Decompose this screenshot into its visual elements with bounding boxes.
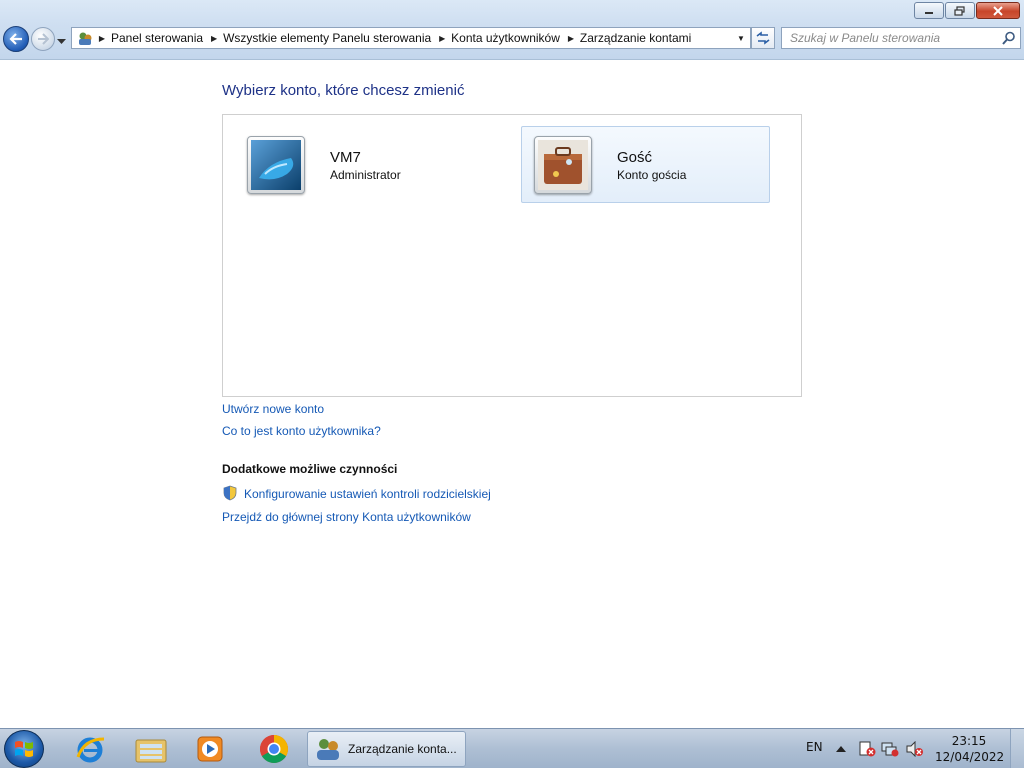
chevron-right-icon: ▶ — [439, 33, 446, 43]
taskbar-window-manage-accounts[interactable]: Zarządzanie konta... — [307, 731, 466, 767]
account-tile-vm7[interactable]: VM7 Administrator — [234, 126, 483, 203]
back-button[interactable] — [3, 26, 29, 52]
chevron-down-icon: ▼ — [737, 33, 745, 43]
chevron-right-icon: ▶ — [98, 33, 106, 43]
user-accounts-home-link[interactable]: Przejdź do głównej strony Konta użytkown… — [222, 510, 471, 524]
maximize-button[interactable] — [945, 2, 975, 19]
refresh-button[interactable] — [751, 27, 775, 49]
arrow-right-icon — [38, 33, 49, 45]
windows-logo-icon — [15, 741, 33, 757]
minimize-icon — [925, 11, 933, 14]
refresh-icon — [756, 31, 770, 45]
breadcrumb-control-panel[interactable]: ▶ Panel sterowania — [95, 31, 207, 45]
file-explorer-icon[interactable] — [127, 731, 175, 767]
uac-shield-icon — [223, 485, 237, 501]
chevron-right-icon: ▶ — [210, 33, 218, 43]
window-titlebar: ▶ Panel sterowania ▶ Wszystkie elementy Pa… — [0, 0, 1024, 60]
arrow-left-icon — [9, 33, 22, 45]
clock-date: 12/04/2022 — [935, 750, 1005, 764]
breadcrumb-user-accounts[interactable]: ▶ Konta użytkowników — [435, 31, 564, 45]
show-desktop-button[interactable] — [1010, 729, 1024, 768]
address-history-dropdown[interactable]: ▼ — [732, 28, 750, 48]
close-icon — [993, 5, 1003, 16]
start-button[interactable] — [4, 730, 44, 768]
minimize-button[interactable] — [914, 2, 944, 19]
account-role: Konto gościa — [617, 168, 687, 182]
additional-tasks-heading: Dodatkowe możliwe czynności — [222, 462, 398, 476]
main-content: Wybierz konto, które chcesz zmienić VM7 … — [0, 60, 1024, 728]
volume-muted-icon[interactable] — [905, 741, 923, 757]
taskbar: Zarządzanie konta... EN 23:15 12/04/2022 — [0, 728, 1024, 768]
close-button[interactable] — [976, 2, 1020, 19]
water-drop-avatar-icon — [247, 136, 305, 194]
navigation-row: ▶ Panel sterowania ▶ Wszystkie elementy Pa… — [0, 24, 1024, 52]
user-accounts-icon — [317, 739, 339, 760]
control-panel-icon — [75, 29, 95, 47]
forward-button[interactable] — [31, 27, 55, 51]
chevron-down-icon — [57, 39, 66, 44]
address-bar[interactable]: ▶ Panel sterowania ▶ Wszystkie elementy Pa… — [71, 27, 751, 49]
internet-explorer-icon[interactable] — [66, 731, 114, 767]
search-icon — [1002, 31, 1015, 45]
account-name: Gość — [617, 149, 653, 166]
network-icon[interactable] — [881, 741, 899, 757]
chevron-right-icon: ▶ — [567, 33, 574, 43]
create-account-link[interactable]: Utwórz nowe konto — [222, 402, 324, 416]
page-title: Wybierz konto, które chcesz zmienić — [222, 82, 465, 99]
show-hidden-icons-icon[interactable] — [836, 745, 846, 753]
account-tile-guest[interactable]: Gość Konto gościa — [521, 126, 770, 203]
account-name: VM7 — [330, 149, 361, 166]
breadcrumb-manage-accounts[interactable]: ▶ Zarządzanie kontami — [564, 31, 695, 45]
parental-controls-link[interactable]: Konfigurowanie ustawień kontroli rodzici… — [244, 487, 491, 501]
language-indicator[interactable]: EN — [806, 740, 823, 754]
search-input[interactable]: Szukaj w Panelu sterowania — [781, 27, 1021, 49]
accounts-list: VM7 Administrator Gość Konto gościa — [222, 114, 802, 397]
breadcrumb-all-items[interactable]: ▶ Wszystkie elementy Panelu sterowania — [207, 31, 435, 45]
media-player-icon[interactable] — [186, 731, 234, 767]
what-is-account-link[interactable]: Co to jest konto użytkownika? — [222, 424, 381, 438]
account-role: Administrator — [330, 168, 401, 182]
window-controls — [914, 2, 1020, 19]
restore-icon — [954, 5, 965, 16]
recent-pages-dropdown[interactable] — [57, 34, 66, 48]
clock-time: 23:15 — [951, 734, 987, 748]
suitcase-avatar-icon — [534, 136, 592, 194]
chrome-icon[interactable] — [250, 731, 298, 767]
system-clock[interactable]: 23:15 12/04/2022 — [935, 733, 1005, 765]
action-center-icon[interactable] — [858, 741, 876, 757]
